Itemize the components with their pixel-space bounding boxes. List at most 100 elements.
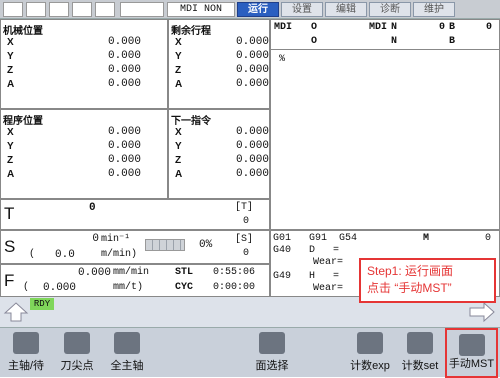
axis-value: 0.000 [107,168,141,180]
mdi-header: MDI O MDI N 0 B 0 O N B [271,20,499,50]
counter-icon [357,332,383,354]
axis-value: 0.000 [107,50,141,62]
m-code-label: M [423,233,430,244]
tab-diagnose[interactable]: 诊断 [369,2,411,17]
softkey-count-exp[interactable]: 计数exp [345,328,395,378]
spindle-paren: ( [29,249,36,260]
stl-time: 0:55:06 [213,267,256,278]
axis-label: Z [175,65,182,76]
mdi-name: MDI [369,22,388,33]
softkey-label: 刀尖点 [60,360,94,372]
status-field-blank [120,2,164,17]
block-b-label: B [449,36,456,47]
remaining-travel-panel: 剩余行程 X 0.000 Y 0.000 Z 0.000 A 0.000 [168,19,270,109]
softkey-count-set[interactable]: 计数set [395,328,445,378]
feed-paren: ( [23,282,30,293]
axis-label: A [175,79,183,90]
tool-label: T [4,204,15,223]
mdi-label: MDI [274,22,293,33]
m-code-value: 0 [485,233,492,244]
top-status-bar: MDI NON 运行 设置 编辑 诊断 维护 [0,0,500,19]
program-position-panel: 程序位置 X 0.000 Y 0.000 Z 0.000 A 0.000 [0,109,168,199]
instruction-callout: Step1: 运行画面 点击 “手动MST” [359,258,496,303]
stl-label: STL [175,267,194,278]
remaining-travel-title: 剩余行程 [171,26,211,37]
spindle-rpm: 0 [92,233,99,245]
feed-actual-unit: mm/t) [113,282,144,293]
softkey-label: 手动MST [448,358,495,370]
mode-indicator: MDI NON [167,2,235,17]
axis-label: Y [175,51,182,62]
sequence-n-label: N [391,36,398,47]
axis-label: Z [7,155,14,166]
tool-bracket-label: [T] [235,202,254,213]
soft-key-bar: 主轴/待 刀尖点 全主轴 面选择 计数exp 计数set 手动MST [0,327,500,378]
softkey-all-spindles[interactable]: 全主轴 [102,328,152,378]
mdi-program-text: % [279,54,286,65]
spindle-rpm-unit: min⁻¹ [101,234,131,245]
block-b-label: B [449,22,456,33]
axis-label: Y [7,51,14,62]
tab-setup[interactable]: 设置 [281,2,323,17]
machine-position-panel: 机械位置 X 0.000 Y 0.000 Z 0.000 A 0.000 [0,19,168,109]
softkey-empty[interactable] [297,328,345,378]
sequence-value: 0 [439,22,446,33]
status-field-blank [95,2,115,17]
axis-value: 0.000 [235,78,269,90]
axis-value: 0.000 [107,78,141,90]
program-o-label: O [311,22,318,33]
gcode-line: G01 G91 G54 [273,233,358,244]
softkey-manual-mst[interactable]: 手动MST [445,328,498,378]
mdi-program-panel[interactable]: MDI O MDI N 0 B 0 O N B % [270,19,500,230]
tab-maintain[interactable]: 维护 [413,2,455,17]
axis-label: X [175,127,182,138]
axis-value: 0.000 [235,140,269,152]
feed-actual: 0.000 [43,282,77,294]
sequence-n-label: N [391,22,398,33]
softkey-label: 全主轴 [110,360,144,372]
right-arrow-icon[interactable] [468,301,496,323]
gcode-line: G40 D = [273,245,340,256]
spindle-load-bar [145,239,185,251]
spindle-surface-speed: 0.0 [55,249,75,261]
spindle-bracket-value: 0 [243,248,250,259]
softkey-label: 计数set [401,360,439,372]
plane-select-icon [259,332,285,354]
tool-panel: T 0 [T] 0 [0,199,270,230]
status-field-blank [3,2,23,17]
axis-value: 0.000 [107,126,141,138]
softkey-label: 主轴/待 [7,360,45,372]
wear-label: Wear= [313,257,344,268]
tab-edit[interactable]: 编辑 [325,2,367,17]
tab-run[interactable]: 运行 [237,2,279,17]
axis-label: A [7,169,15,180]
softkey-plane-select[interactable]: 面选择 [247,328,297,378]
axis-label: X [175,37,182,48]
tool-bracket-value: 0 [243,216,250,227]
block-value: 0 [486,22,493,33]
axis-label: Y [7,141,14,152]
spindle-label: S [4,237,16,256]
tool-number: 0 [89,202,96,214]
softkey-empty[interactable] [152,328,247,378]
counter-set-icon [407,332,433,354]
up-arrow-icon[interactable] [3,301,29,323]
softkey-tool-tip[interactable]: 刀尖点 [52,328,102,378]
program-o-label: O [311,36,318,47]
axis-value: 0.000 [235,36,269,48]
next-command-panel: 下一指令 X 0.000 Y 0.000 Z 0.000 A 0.000 [168,109,270,199]
softkey-spindle-wait[interactable]: 主轴/待 [0,328,52,378]
tool-tip-icon [64,332,90,354]
spindle-bracket-label: [S] [235,234,254,245]
axis-value: 0.000 [235,50,269,62]
feed-panel: F 0.000 mm/min ( 0.000 mm/t) STL 0:55:06… [0,264,270,297]
axis-value: 0.000 [107,154,141,166]
axis-label: A [7,79,15,90]
axis-label: Z [175,155,182,166]
callout-line: 点击 “手动MST” [367,281,452,295]
wear-label: Wear= [313,283,344,294]
spindle-panel: S 0 min⁻¹ ( 0.0 m/min) 0% [S] 0 [0,230,270,264]
manual-mst-icon [458,334,485,356]
axis-value: 0.000 [107,64,141,76]
next-command-title: 下一指令 [171,116,211,127]
